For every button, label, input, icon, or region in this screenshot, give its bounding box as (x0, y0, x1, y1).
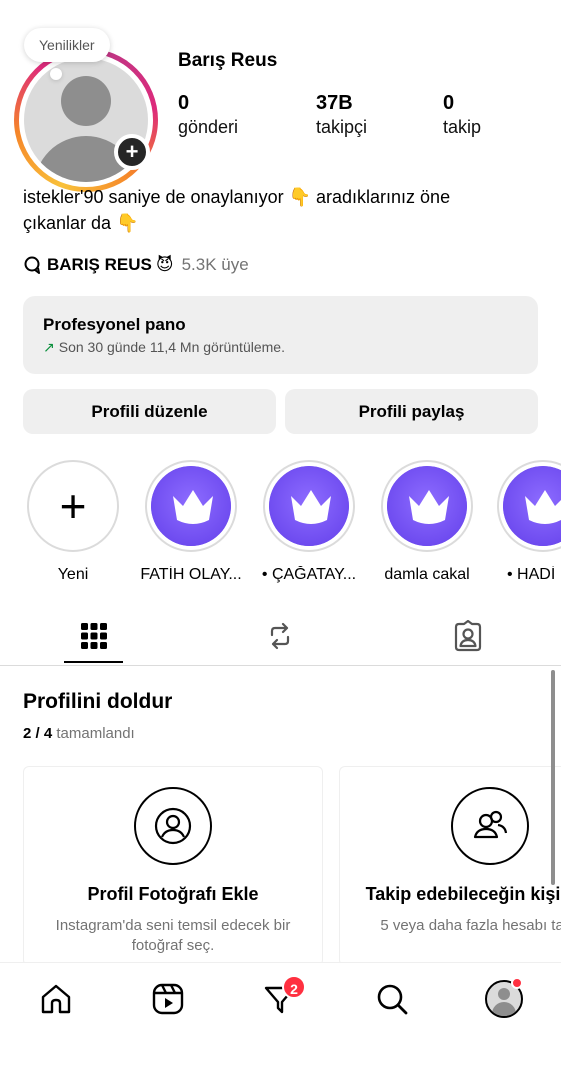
following-label: takip (443, 117, 482, 137)
tagged-user-icon (454, 620, 482, 652)
pro-panel-title: Profesyonel pano (43, 315, 186, 334)
community-members: 5.3K üye (181, 255, 249, 274)
new-highlight-circle: + (27, 460, 119, 552)
add-profile-photo-card[interactable]: Profil Fotoğrafı Ekle Instagram'da seni … (23, 766, 323, 966)
highlight-new[interactable]: + Yeni (25, 460, 121, 584)
highlight-label: • ÇAĞATAY... (261, 566, 357, 583)
professional-dashboard[interactable]: Profesyonel pano ↗ Son 30 günde 11,4 Mn g… (23, 296, 538, 374)
nav-activity[interactable]: 2 (258, 975, 306, 1021)
community-name: BARIŞ REUS (47, 255, 152, 274)
grid-icon (81, 623, 107, 649)
card-title: Profil Fotoğrafı Ekle (87, 884, 259, 904)
active-tab-indicator (64, 661, 123, 663)
tab-tagged[interactable] (448, 616, 488, 656)
add-story-plus-icon[interactable]: + (114, 134, 150, 170)
community-link[interactable]: BARIŞ REUS 😈 5.3K üye (23, 255, 249, 275)
highlight-label: • HADİ (507, 566, 556, 583)
user-circle-icon (154, 807, 192, 845)
repost-icon (270, 622, 290, 650)
stat-following[interactable]: 0 takip (443, 92, 481, 138)
edit-profile-button[interactable]: Profili düzenle (23, 389, 276, 434)
profile-tabs (0, 604, 561, 666)
trend-up-icon: ↗ (43, 339, 55, 355)
followers-count: 37B (316, 92, 353, 114)
bio-line-1: istekler'90 saniye de onaylanıyor 👇 arad… (23, 187, 451, 207)
profile-notification-dot (511, 977, 523, 989)
tab-reposts[interactable] (260, 616, 300, 656)
share-profile-button[interactable]: Profili paylaş (285, 389, 538, 434)
card-subtitle: Instagram'da seni temsil edecek bir foto… (55, 917, 291, 954)
progress-label: tamamlandı (56, 725, 135, 742)
reels-icon (152, 983, 184, 1015)
posts-count: 0 (178, 92, 190, 114)
nav-profile[interactable] (482, 977, 526, 1021)
crown-icon (291, 490, 331, 524)
pro-panel-subtitle: Son 30 günde 11,4 Mn görüntüleme. (58, 339, 285, 355)
home-icon (41, 984, 71, 1014)
people-icon (473, 810, 508, 839)
card-subtitle: 5 veya daha fazla hesabı takip et (380, 917, 561, 934)
highlight-label: damla cakal (384, 566, 470, 583)
crown-cover (503, 466, 561, 546)
note-bubble-tail (50, 68, 62, 80)
highlight-label: FATİH OLAY... (140, 566, 242, 583)
find-people-icon (451, 787, 529, 865)
crown-icon (409, 490, 449, 524)
plus-icon: + (59, 480, 87, 532)
crown-icon (525, 490, 561, 524)
following-count: 0 (443, 92, 455, 114)
tab-grid[interactable] (74, 616, 114, 656)
highlight-label: Yeni (57, 566, 89, 583)
highlight-item[interactable]: FATİH OLAY... (140, 460, 242, 584)
crown-cover (269, 466, 349, 546)
crown-cover (151, 466, 231, 546)
bio-line-2: çıkanlar da 👇 (23, 213, 139, 233)
scrollbar[interactable] (551, 670, 555, 885)
profile-avatar[interactable]: + (14, 48, 158, 192)
profile-bio: istekler'90 saniye de onaylanıyor 👇 arad… (23, 184, 543, 236)
crown-icon (173, 490, 213, 524)
card-title: Takip edebileceğin kişiler bul (365, 884, 561, 904)
profile-photo-icon (134, 787, 212, 865)
complete-profile-progress: 2 / 4 tamamlandı (23, 725, 135, 742)
crown-cover (387, 466, 467, 546)
progress-count: 2 / 4 (23, 725, 53, 742)
highlight-item[interactable]: • ÇAĞATAY... (261, 460, 357, 584)
search-icon (377, 984, 408, 1015)
bottom-navigation: 2 (0, 962, 561, 1080)
stat-posts[interactable]: 0 gönderi (178, 92, 238, 138)
nav-home[interactable] (34, 977, 78, 1021)
highlight-item[interactable]: • HADİ (497, 460, 561, 584)
community-emoji: 😈 (155, 255, 174, 274)
nav-reels[interactable] (146, 977, 190, 1021)
find-people-card[interactable]: Takip edebileceğin kişiler bul 5 veya da… (339, 766, 561, 966)
note-bubble[interactable]: Yenilikler (24, 28, 110, 62)
complete-profile-title: Profilini doldur (23, 690, 173, 713)
community-chat-icon (24, 256, 40, 274)
nav-search[interactable] (370, 977, 414, 1021)
posts-label: gönderi (178, 117, 239, 137)
followers-label: takipçi (316, 117, 368, 137)
stat-followers[interactable]: 37B takipçi (316, 92, 367, 138)
highlight-item[interactable]: damla cakal (379, 460, 475, 584)
notification-badge: 2 (282, 975, 306, 999)
profile-username: Barış Reus (178, 50, 278, 71)
